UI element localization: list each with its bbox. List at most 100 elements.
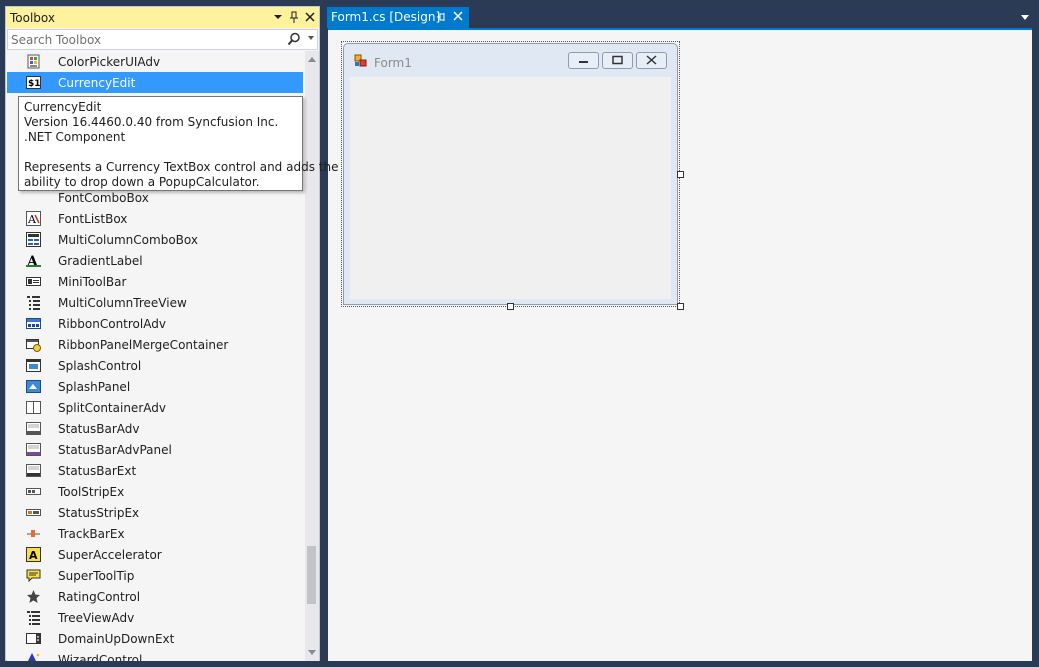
toolbox-item-label: SplashPanel	[58, 380, 131, 394]
toolbox-item-label: MiniToolBar	[58, 275, 127, 289]
resize-handle-right[interactable]	[677, 171, 684, 178]
tooltip-component-type: .NET Component	[24, 130, 126, 144]
tab-label: Form1.cs [Design]	[331, 10, 441, 24]
toolbox-item-label: CurrencyEdit	[58, 76, 136, 90]
toolbox-title: Toolbox	[10, 11, 55, 25]
minimize-button[interactable]	[568, 52, 599, 69]
toolbox-item-label: MultiColumnTreeView	[58, 296, 187, 310]
resize-handle-bottom[interactable]	[507, 303, 514, 310]
wizard-icon	[26, 652, 41, 661]
toolbox-item-label: TrackBarEx	[58, 527, 125, 541]
toolbox-item-ratingcontrol[interactable]: RatingControl	[7, 586, 303, 607]
ribbon-icon	[26, 316, 41, 331]
tab-form1-design[interactable]: Form1.cs [Design]	[327, 7, 469, 28]
trackbar-icon	[26, 526, 41, 541]
scrollbar-thumb[interactable]	[307, 546, 316, 604]
toolbox-item-label: SuperToolTip	[58, 569, 135, 583]
statusbar-panel-icon	[26, 442, 41, 457]
toolbox-item-toolstripex[interactable]: ToolStripEx	[7, 481, 303, 502]
designer-form[interactable]: Form1	[343, 43, 678, 305]
toolbox-item-label: FontListBox	[58, 212, 128, 226]
toolbox-item-superaccelerator[interactable]: A SuperAccelerator	[7, 544, 303, 565]
search-options-dropdown-icon[interactable]	[308, 36, 314, 40]
splash-panel-icon	[26, 379, 41, 394]
toolbox-item-ribboncontroladv[interactable]: RibbonControlAdv	[7, 313, 303, 334]
tooltip-version: Version 16.4460.0.40 from Syncfusion Inc…	[24, 115, 279, 129]
toolbox-item-label: StatusBarAdvPanel	[58, 443, 172, 457]
chevron-down-icon[interactable]	[1021, 15, 1029, 20]
item-tooltip: CurrencyEdit Version 16.4460.0.40 from S…	[18, 96, 338, 191]
form-client-area[interactable]	[350, 77, 671, 299]
super-accelerator-icon: A	[26, 547, 41, 562]
dropdown-icon[interactable]	[270, 9, 286, 25]
toolbox-item-label: ColorPickerUIAdv	[58, 55, 161, 69]
multicolumn-tree-icon	[26, 295, 41, 310]
toolbox-item-trackbarex[interactable]: TrackBarEx	[7, 523, 303, 544]
svg-text:$1: $1	[28, 79, 41, 89]
toolbox-item-label: SplitContainerAdv	[58, 401, 166, 415]
statusstrip-icon	[26, 505, 41, 520]
statusbar-icon	[26, 421, 41, 436]
toolbox-item-splashpanel[interactable]: SplashPanel	[7, 376, 303, 397]
toolbox-item-splitcontaineradv[interactable]: SplitContainerAdv	[7, 397, 303, 418]
toolbox-item-domainupdownext[interactable]: DomainUpDownExt	[7, 628, 303, 649]
toolbox-item-statusbaradv[interactable]: StatusBarAdv	[7, 418, 303, 439]
toolbox-item-label: RibbonControlAdv	[58, 317, 166, 331]
toolbox-item-statusbarext[interactable]: StatusBarExt	[7, 460, 303, 481]
close-icon[interactable]	[453, 9, 463, 27]
search-input[interactable]	[11, 31, 281, 48]
statusbar-ext-icon	[26, 463, 41, 478]
font-list-icon: A	[26, 211, 41, 226]
toolbox-item-wizardcontrol[interactable]: WizardControl	[7, 649, 303, 661]
toolbox-scrollbar[interactable]	[305, 51, 319, 661]
toolbox-item-statusstripex[interactable]: StatusStripEx	[7, 502, 303, 523]
scroll-up-arrow-icon[interactable]	[308, 57, 316, 62]
close-icon[interactable]	[302, 9, 318, 25]
color-picker-icon	[26, 54, 41, 69]
toolbox-item-gradientlabel[interactable]: A GradientLabel	[7, 250, 303, 271]
toolbox-search	[7, 29, 318, 50]
star-icon	[26, 589, 41, 604]
toolbox-item-statusbaradvpanel[interactable]: StatusBarAdvPanel	[7, 439, 303, 460]
toolbox-item-splashcontrol[interactable]: SplashControl	[7, 355, 303, 376]
ribbon-merge-icon	[26, 337, 41, 352]
toolbox-item-label: RatingControl	[58, 590, 141, 604]
toolbox-item-currencyedit[interactable]: $1 CurrencyEdit	[7, 72, 303, 93]
toolbox-item-label: SplashControl	[58, 359, 142, 373]
tooltip-title: CurrencyEdit	[24, 100, 102, 114]
close-button[interactable]	[636, 52, 667, 69]
tooltip-description-line1: Represents a Currency TextBox control an…	[24, 160, 339, 174]
treeview-icon	[26, 610, 41, 625]
toolbox-item-label: WizardControl	[58, 653, 143, 661]
toolbox-item-treeviewadv[interactable]: TreeViewAdv	[7, 607, 303, 628]
form-title: Form1	[374, 56, 412, 70]
toolbox-item-fontlistbox[interactable]: A FontListBox	[7, 208, 303, 229]
font-combo-icon	[26, 190, 41, 205]
currency-icon: $1	[26, 75, 41, 90]
maximize-button[interactable]	[602, 52, 633, 69]
toolbox-item-label: TreeViewAdv	[58, 611, 135, 625]
multicolumn-combo-icon	[26, 232, 41, 247]
toolbox-header: Toolbox	[6, 7, 319, 28]
gradient-label-icon: A	[26, 253, 41, 270]
scroll-down-arrow-icon[interactable]	[308, 650, 316, 655]
search-icon[interactable]	[287, 32, 301, 46]
toolbox-item-minitoolbar[interactable]: MiniToolBar	[7, 271, 303, 292]
pin-icon[interactable]	[286, 9, 302, 25]
resize-handle-corner[interactable]	[677, 303, 684, 310]
toolbox-item-supertooltip[interactable]: SuperToolTip	[7, 565, 303, 586]
toolbox-item-multicolumntreeview[interactable]: MultiColumnTreeView	[7, 292, 303, 313]
toolbox-item-label: RibbonPanelMergeContainer	[58, 338, 229, 352]
toolbox-item-label: ToolStripEx	[58, 485, 125, 499]
toolbox-item-label: StatusBarExt	[58, 464, 137, 478]
toolbox-item-multicolumncombobox[interactable]: MultiColumnComboBox	[7, 229, 303, 250]
document-tab-bar: Form1.cs [Design]	[327, 6, 1034, 28]
toolbox-item-label: GradientLabel	[58, 254, 143, 268]
splash-control-icon	[26, 358, 41, 373]
toolbox-item-ribbonpanelmergecontainer[interactable]: RibbonPanelMergeContainer	[7, 334, 303, 355]
split-container-icon	[26, 400, 41, 415]
pin-icon[interactable]	[435, 10, 447, 27]
toolbox-item-colorpickeruiadv[interactable]: ColorPickerUIAdv	[7, 51, 303, 72]
toolbox-item-label: StatusBarAdv	[58, 422, 140, 436]
tooltip-description-line2: ability to drop down a PopupCalculator.	[24, 175, 260, 189]
